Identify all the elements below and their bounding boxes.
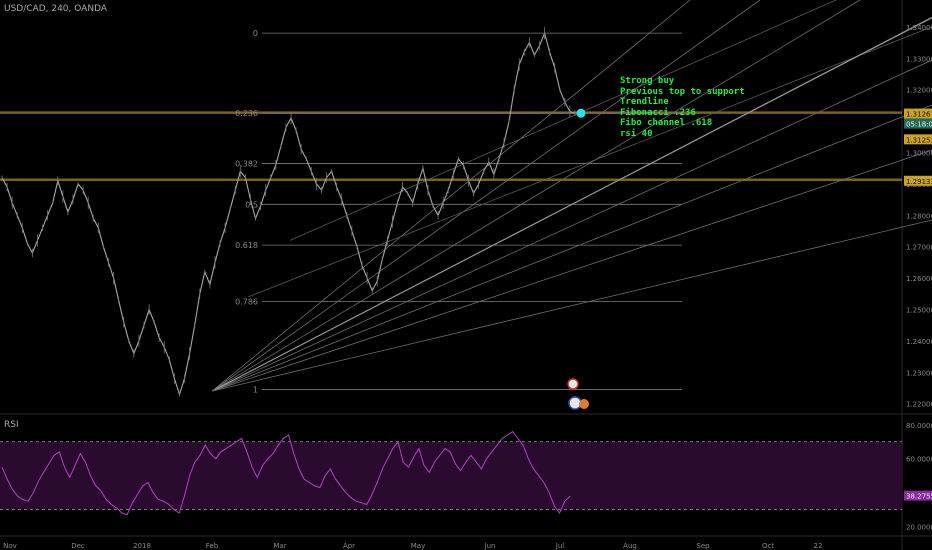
time-tick-label: Dec [71,542,85,550]
note-line: Previous top to support [620,86,745,97]
trade-note: Strong buy Previous top to support Trend… [620,76,745,139]
fib-level-label: 0.382 [235,159,258,168]
rsi-tick-label: 20.0000 [906,524,932,532]
time-tick-label: Feb [206,542,219,550]
time-tick-label: Sep [696,542,710,550]
rsi-tick-label: 38.2755 [906,493,932,501]
price-tick-label: 1.26000 [906,275,932,283]
event-icon [567,378,579,390]
symbol-label: USD/CAD, 240, OANDA [4,4,107,14]
note-line: Fibonacci .236 [620,107,696,118]
price-tick-label: 1.25000 [906,307,932,315]
fib-level-label: 0.618 [235,241,258,250]
time-tick-label: Apr [343,542,355,550]
price-tag-label: 05:18:01 [906,121,932,129]
fib-level-label: 0.236 [235,109,258,118]
price-tick-label: 1.28000 [906,212,932,220]
price-tick-label: 1.32000 [906,87,932,95]
price-tick-label: 1.34000 [906,24,932,32]
rsi-tick-label: 80.0000 [906,422,932,430]
time-tick-label: May [411,542,425,550]
chart-root: 00.2360.3820.50.6180.7861 1.340001.33000… [0,0,932,550]
rsi-tick-label: 60.0000 [906,456,932,464]
price-tag-label: 1.29133 [906,178,932,186]
rsi-layer [0,430,902,516]
earnings-icon [579,399,589,409]
price-tick-label: 1.27000 [906,244,932,252]
fib-level-label: 1 [253,386,258,395]
price-tick-label: 1.22000 [906,401,932,409]
time-tick-label: Mar [273,542,286,550]
time-tick-label: Aug [623,542,637,550]
price-tick-label: 1.33000 [906,55,932,63]
price-tick-label: 1.30000 [906,149,932,157]
time-tick-label: 22 [814,542,823,550]
note-line: Trendline [620,97,669,107]
buy-signal-marker [576,108,586,118]
price-tick-label: 1.23000 [906,369,932,377]
time-tick-label: 2018 [133,542,151,550]
fib-level-label: 0 [253,29,258,38]
note-line: rsi 40 [620,128,653,139]
price-tick-label: 1.24000 [906,338,932,346]
fib-level-label: 0.786 [235,298,258,307]
time-tick-label: Jul [555,542,565,550]
price-tag-label: 1.31253 [906,136,932,144]
note-line: Fibo channel .618 [620,118,713,128]
rsi-band [0,441,902,510]
rsi-panel-label: RSI [4,420,19,430]
time-tick-label: Nov [3,542,17,550]
time-tick-label: Jun [484,542,496,550]
price-tag-label: 1.31267 [906,111,932,119]
note-line: Strong buy [620,76,675,86]
time-tick-label: Oct [762,542,774,550]
